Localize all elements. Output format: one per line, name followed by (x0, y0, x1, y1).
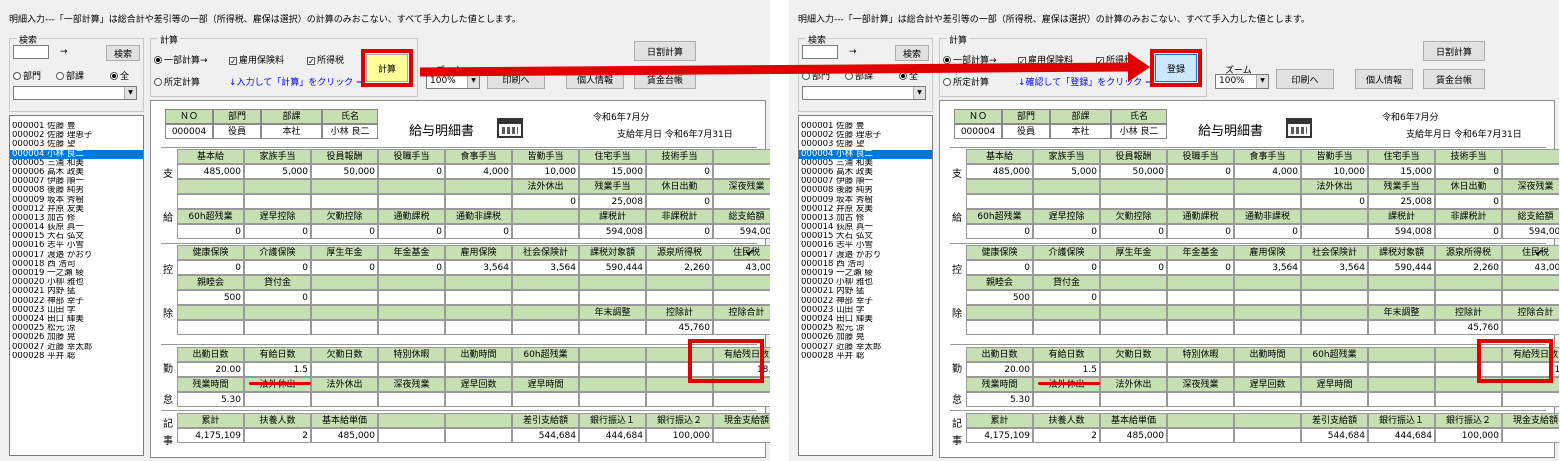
flow-arrow (419, 52, 1150, 82)
